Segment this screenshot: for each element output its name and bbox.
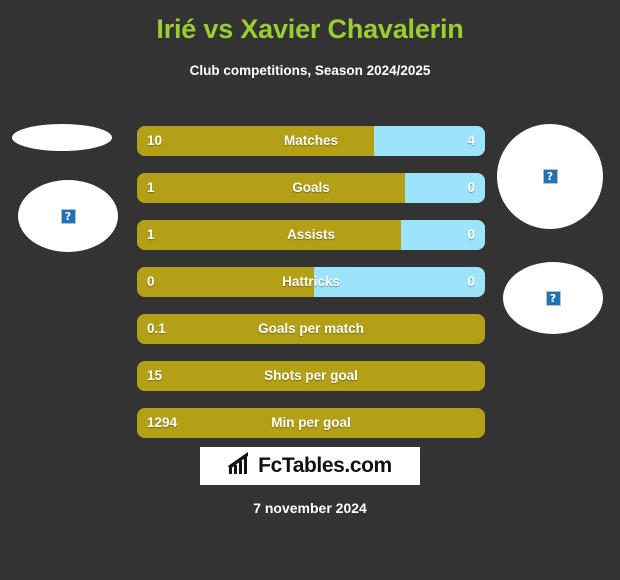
page-subtitle: Club competitions, Season 2024/2025 — [189, 63, 431, 78]
stat-bar-row: 1294 Min per goal — [137, 408, 485, 438]
stat-label: Shots per goal — [264, 368, 358, 383]
right-player-photo: ? — [497, 124, 603, 229]
footer-date: 7 november 2024 — [253, 500, 367, 516]
header: Irié vs Xavier Chavalerin Club competiti… — [0, 0, 620, 80]
stat-bar-row: 1 Goals 0 — [137, 173, 485, 203]
stat-label: Assists — [286, 227, 336, 242]
fctables-logo[interactable]: FcTables.com — [200, 447, 420, 485]
stat-label: Min per goal — [271, 415, 351, 430]
bar-chart-icon — [228, 452, 254, 480]
fctables-logo-text: FcTables.com — [258, 454, 392, 477]
stat-value-right: 0 — [467, 180, 475, 195]
stat-value-right: 0 — [467, 274, 475, 289]
broken-image-icon: ? — [542, 169, 558, 184]
stat-label: Hattricks — [282, 274, 340, 289]
broken-image-icon: ? — [60, 208, 76, 224]
stat-bar-row: 0.1 Goals per match — [137, 314, 485, 344]
stat-value-right: 4 — [467, 133, 475, 148]
page-title: Irié vs Xavier Chavalerin — [156, 14, 464, 44]
stat-bar-row: 15 Shots per goal — [137, 361, 485, 391]
stat-comparison-bars: 10 Matches 4 1 Goals 0 1 Assists 0 0 Hattricks 0 0.1… — [137, 126, 485, 455]
stat-bar-row: 1 Assists 0 — [137, 220, 485, 250]
stat-label: Goals per match — [258, 321, 364, 336]
left-player-flag — [12, 124, 112, 151]
left-player-photo: ? — [18, 180, 118, 252]
right-player-flag: ? — [503, 262, 603, 334]
stat-label: Matches — [283, 133, 339, 148]
stat-value-right: 0 — [467, 227, 475, 242]
stat-bar-row: 0 Hattricks 0 — [137, 267, 485, 297]
stat-label: Goals — [292, 180, 330, 195]
stat-bar-row: 10 Matches 4 — [137, 126, 485, 156]
broken-image-icon: ? — [545, 290, 561, 306]
